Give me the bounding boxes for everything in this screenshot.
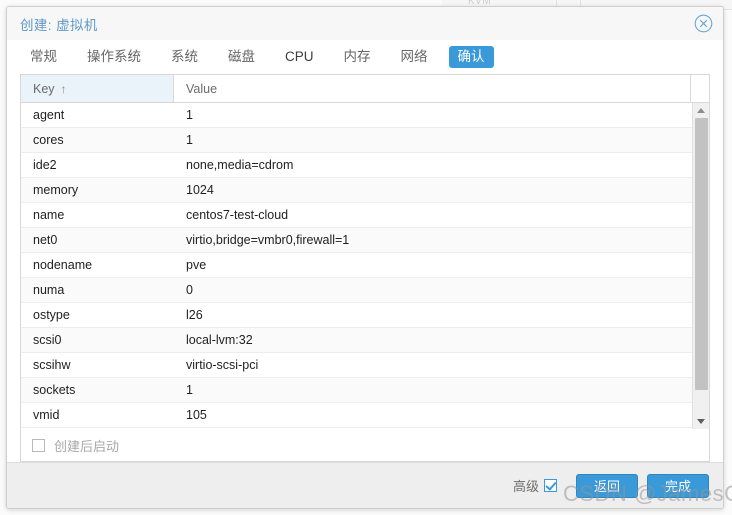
cell-key: sockets [33, 383, 76, 397]
table-row[interactable]: net0 virtio,bridge=vmbr0,firewall=1 [21, 228, 692, 253]
column-header-key-label: Key [33, 81, 55, 96]
tab-confirm[interactable]: 确认 [448, 46, 494, 68]
start-after-create-row: 创建后启动 [20, 429, 710, 462]
cell-key: scsihw [33, 358, 71, 372]
scroll-down-arrow-icon[interactable] [693, 414, 710, 429]
column-header-value[interactable]: Value [174, 75, 691, 102]
tab-os[interactable]: 操作系统 [78, 46, 150, 68]
table-row[interactable]: scsi0 local-lvm:32 [21, 328, 692, 353]
cell-key: vmid [33, 408, 60, 422]
cell-key: net0 [33, 233, 58, 247]
cell-key: cores [33, 133, 64, 147]
cell-value: centos7-test-cloud [186, 208, 289, 222]
dialog-titlebar: 创建: 虚拟机 [7, 7, 723, 40]
sort-ascending-icon: ↑ [60, 81, 67, 96]
table-row[interactable]: agent 1 [21, 103, 692, 128]
cell-value: 1 [186, 108, 193, 122]
dialog-title: 创建: 虚拟机 [20, 17, 98, 33]
wizard-tabbar: 常规 操作系统 系统 磁盘 CPU 内存 网络 确认 [7, 40, 723, 74]
scrollbar-track[interactable] [693, 118, 710, 414]
cell-value: 1 [186, 383, 193, 397]
cell-key: ostype [33, 308, 70, 322]
start-after-create-label: 创建后启动 [54, 438, 120, 454]
tab-system[interactable]: 系统 [162, 46, 207, 68]
cell-value: 1 [186, 133, 193, 147]
advanced-label: 高级 [512, 479, 539, 494]
cell-key: scsi0 [33, 333, 62, 347]
cell-key: numa [33, 283, 65, 297]
grid-header-scroll-spacer [691, 75, 709, 102]
tab-general[interactable]: 常规 [21, 46, 66, 68]
tab-network[interactable]: 网络 [392, 46, 437, 68]
cell-key: memory [33, 183, 79, 197]
close-icon[interactable] [694, 14, 713, 33]
start-after-create-checkbox[interactable] [32, 438, 45, 452]
cell-key: agent [33, 108, 65, 122]
cell-value: pve [186, 258, 207, 272]
finish-button[interactable]: 完成 [647, 473, 709, 498]
cell-value: virtio,bridge=vmbr0,firewall=1 [186, 233, 350, 247]
tab-memory[interactable]: 内存 [335, 46, 380, 68]
summary-grid-panel: Key ↑ Value agent 1 cores 1 ide2 none,me… [20, 74, 710, 429]
column-header-key[interactable]: Key ↑ [21, 75, 174, 102]
cell-value: 1024 [186, 183, 214, 197]
back-button[interactable]: 返回 [576, 473, 638, 498]
table-row[interactable]: ostype l26 [21, 303, 692, 328]
grid-rows-container: agent 1 cores 1 ide2 none,media=cdrom me… [21, 103, 692, 429]
table-row[interactable]: nodename pve [21, 253, 692, 278]
cell-value: virtio-scsi-pci [186, 358, 259, 372]
cell-value: 0 [186, 283, 193, 297]
cell-value: none,media=cdrom [186, 158, 294, 172]
cell-key: ide2 [33, 158, 57, 172]
advanced-checkbox[interactable] [544, 479, 557, 492]
cell-value: l26 [186, 308, 203, 322]
table-row[interactable]: sockets 1 [21, 378, 692, 403]
create-vm-dialog: 创建: 虚拟机 常规 操作系统 系统 磁盘 CPU 内存 网络 确认 Key ↑… [6, 6, 724, 509]
dialog-footer: 高级 返回 完成 [7, 462, 723, 508]
scroll-up-arrow-icon[interactable] [693, 103, 710, 118]
table-row[interactable]: scsihw virtio-scsi-pci [21, 353, 692, 378]
cell-value: 105 [186, 408, 207, 422]
table-row[interactable]: memory 1024 [21, 178, 692, 203]
table-row[interactable]: numa 0 [21, 278, 692, 303]
advanced-toggle-group[interactable]: 高级 [513, 476, 557, 495]
scrollbar-thumb[interactable] [694, 118, 708, 391]
cell-key: name [33, 208, 65, 222]
table-row[interactable]: vmid 105 [21, 403, 692, 428]
table-row[interactable]: ide2 none,media=cdrom [21, 153, 692, 178]
tab-cpu[interactable]: CPU [276, 46, 323, 68]
grid-body: agent 1 cores 1 ide2 none,media=cdrom me… [21, 103, 709, 429]
grid-header-row: Key ↑ Value [21, 75, 709, 103]
table-row[interactable]: cores 1 [21, 128, 692, 153]
grid-vertical-scrollbar[interactable] [692, 103, 709, 429]
cell-key: nodename [33, 258, 93, 272]
cell-value: local-lvm:32 [186, 333, 253, 347]
tab-disks[interactable]: 磁盘 [219, 46, 264, 68]
table-row[interactable]: name centos7-test-cloud [21, 203, 692, 228]
column-header-value-label: Value [186, 81, 218, 96]
